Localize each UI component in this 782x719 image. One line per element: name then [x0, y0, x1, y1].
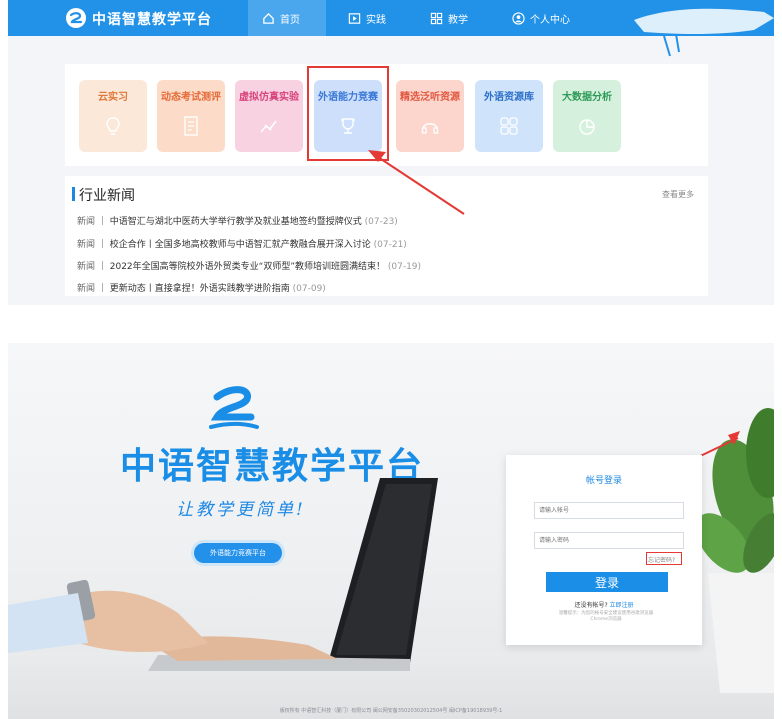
card-language-library[interactable]: 外语资源库 — [475, 80, 543, 152]
card-title: 动态考试测评 — [161, 92, 221, 103]
home-icon — [263, 12, 274, 24]
document-icon — [184, 116, 198, 136]
chart-icon — [260, 120, 277, 133]
news-date: (07-19) — [387, 262, 422, 272]
feature-cards-panel: 云实习 动态考试测评 虚拟仿真实验 外语能力竞赛 精选泛听资源 外语资源库 大数… — [65, 64, 708, 166]
card-big-data[interactable]: 大数据分析 — [553, 80, 621, 152]
card-title: 云实习 — [98, 92, 128, 103]
top-navbar: 中语智慧教学平台 首页 实践 教学 个人中心 — [8, 0, 774, 57]
card-title: 精选泛听资源 — [400, 92, 460, 103]
brand-name: 中语智慧教学平台 — [92, 12, 212, 28]
news-accent-bar — [72, 187, 75, 201]
news-text: 更新动态丨直接拿捏！外语实践教学进阶指南 — [109, 284, 290, 294]
card-cloud-internship[interactable]: 云实习 — [79, 80, 147, 152]
news-more-link[interactable]: 查看更多 — [662, 189, 694, 200]
user-icon — [512, 11, 525, 25]
card-title: 虚拟仿真实验 — [239, 92, 299, 103]
login-button[interactable]: 登录 — [546, 572, 668, 592]
footer-copyright: 版权所有 中语智汇科技（厦门）有限公司 闽公网安备35020302012504号… — [279, 708, 503, 714]
news-heading: 行业新闻 — [79, 188, 135, 204]
news-date: (07-09) — [292, 284, 326, 294]
news-tag: 新闻 — [77, 240, 96, 250]
card-title: 外语资源库 — [484, 92, 534, 103]
card-dynamic-exam[interactable]: 动态考试测评 — [157, 80, 225, 152]
nav-teaching[interactable]: 教学 — [430, 0, 468, 36]
nav-practice[interactable]: 实践 — [348, 0, 386, 36]
register-prompt: 还没有帐号? 立即注册 — [506, 600, 702, 609]
news-item[interactable]: 新闻 ｜ 中语智汇与湖北中医药大学举行教学及就业基地签约暨授牌仪式 (07-23… — [77, 214, 398, 227]
login-page-screenshot: 中语智慧教学平台 让教学更简单! 外语能力竞赛平台 帐号登录 忘记密码? 登录 … — [8, 343, 774, 719]
grid-icon — [500, 117, 518, 135]
nav-user-center[interactable]: 个人中心 — [512, 0, 570, 36]
news-text: 中语智汇与湖北中医药大学举行教学及就业基地签约暨授牌仪式 — [109, 217, 362, 227]
login-card: 帐号登录 忘记密码? 登录 还没有帐号? 立即注册 温馨提示：为您的帐号安全建议… — [506, 455, 702, 645]
register-link[interactable]: 立即注册 — [610, 602, 634, 609]
news-date: (07-23) — [364, 217, 398, 227]
account-input[interactable] — [534, 502, 684, 519]
nav-user-center-label: 个人中心 — [530, 14, 570, 26]
highlight-box — [646, 552, 682, 565]
news-tag: 新闻 — [77, 262, 96, 272]
portal-home-screenshot: 中语智慧教学平台 首页 实践 教学 个人中心 云实习 动态考试测评 虚拟仿真实验… — [8, 0, 774, 305]
grid-icon — [430, 12, 443, 24]
pie-icon — [579, 119, 595, 135]
nav-practice-label: 实践 — [366, 14, 386, 26]
platform-logo-icon — [66, 8, 86, 28]
login-tip: 温馨提示：为您的帐号安全建议使用谷歌浏览器Chrome浏览器 — [558, 611, 654, 622]
news-text: 校企合作丨全国多地高校教师与中语智汇就产教融合展开深入讨论 — [109, 240, 371, 250]
play-icon — [348, 12, 361, 24]
card-title: 大数据分析 — [562, 92, 612, 103]
register-text: 还没有帐号? — [574, 602, 608, 609]
login-title: 帐号登录 — [585, 476, 622, 486]
nav-home-label: 首页 — [280, 14, 300, 26]
headphones-icon — [421, 123, 439, 134]
nav-home[interactable]: 首页 — [248, 0, 326, 36]
news-item[interactable]: 新闻 ｜ 校企合作丨全国多地高校教师与中语智汇就产教融合展开深入讨论 (07-2… — [77, 237, 407, 250]
highlight-box — [307, 66, 389, 161]
news-date: (07-21) — [373, 240, 407, 250]
news-text: 2022年全国高等院校外语外贸类专业“双师型”教师培训班圆满结束！ — [109, 262, 385, 272]
industry-news-panel: 行业新闻 查看更多 新闻 ｜ 中语智汇与湖北中医药大学举行教学及就业基地签约暨授… — [65, 176, 708, 296]
card-listening-resources[interactable]: 精选泛听资源 — [396, 80, 464, 152]
news-tag: 新闻 — [77, 217, 96, 227]
nav-teaching-label: 教学 — [448, 14, 468, 26]
news-item[interactable]: 新闻 ｜ 2022年全国高等院校外语外贸类专业“双师型”教师培训班圆满结束！ (… — [77, 259, 421, 272]
news-tag: 新闻 — [77, 284, 96, 294]
lightbulb-icon — [106, 117, 120, 135]
brush-decoration — [634, 8, 774, 57]
password-input[interactable] — [534, 532, 684, 549]
card-virtual-simulation[interactable]: 虚拟仿真实验 — [235, 80, 303, 152]
news-item[interactable]: 新闻 ｜ 更新动态丨直接拿捏！外语实践教学进阶指南 (07-09) — [77, 281, 326, 294]
